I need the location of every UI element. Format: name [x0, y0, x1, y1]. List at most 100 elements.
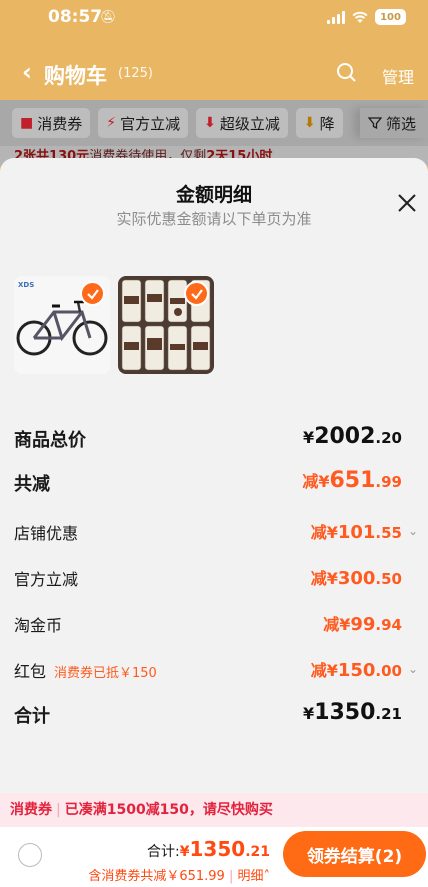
selected-check-icon	[184, 281, 209, 306]
filter-chip-official-discount[interactable]: ⚡︎ 官方立减	[98, 108, 189, 138]
row-label: 商品总价	[14, 430, 86, 451]
separator: |	[56, 802, 61, 818]
chevron-down-icon[interactable]: ⌄	[408, 662, 418, 676]
row-subtotal: 商品总价 ¥2002.20	[0, 422, 428, 456]
row-value: 减¥300.50	[311, 565, 402, 589]
product-thumb-bicycle[interactable]: XDS	[14, 276, 110, 374]
chevron-down-icon[interactable]: ⌄	[408, 524, 418, 538]
red-packet-label: 红包	[14, 662, 47, 681]
row-shop-discount[interactable]: 店铺优惠 减¥101.55 ⌄	[0, 514, 428, 548]
row-label: 店铺优惠	[14, 524, 79, 543]
discount-summary[interactable]: 含消费券共减￥651.99 | 明细˄	[88, 865, 270, 884]
checkout-bar: 合计:¥1350.21 含消费券共减￥651.99 | 明细˄ 领券结算(2)	[0, 827, 428, 887]
amount-decimal: .20	[375, 429, 402, 447]
ticket-icon: ■	[20, 115, 34, 131]
checkout-button[interactable]: 领券结算(2)	[283, 831, 426, 877]
battery-icon: 100	[375, 9, 406, 25]
currency-symbol: ¥	[179, 844, 190, 860]
row-value: 减¥99.94	[323, 611, 402, 635]
amount-decimal: .99	[375, 473, 402, 491]
coupon-tag: 消费券	[10, 802, 52, 818]
sheet-title: 金额明细	[175, 184, 252, 206]
row-value: 减¥651.99	[302, 468, 402, 493]
back-chevron-icon[interactable]: ‹	[22, 60, 32, 84]
search-icon[interactable]	[336, 62, 356, 82]
discount-prefix: 减¥	[310, 661, 338, 680]
row-grand-total: 合计 ¥1350.21	[0, 698, 428, 732]
amount-integer: 300	[337, 568, 376, 589]
row-red-packet[interactable]: 红包 消费券已抵￥150 减¥150.00 ⌄	[0, 652, 428, 686]
sheet-subtitle: 实际优惠金额请以下单页为准	[116, 210, 312, 228]
row-label: 合计	[14, 706, 50, 727]
svg-text:XDS: XDS	[18, 281, 34, 289]
discount-prefix: 减¥	[302, 472, 330, 491]
amount-integer: 99	[350, 614, 376, 635]
amount-decimal: .55	[375, 524, 402, 542]
cart-item-count: (125)	[118, 66, 153, 81]
amount-integer: 1350	[189, 837, 246, 861]
coupon-progress-bar: 消费券 | 已凑满1500减150，请尽快购买	[0, 793, 428, 827]
wifi-icon	[352, 11, 368, 23]
row-value: ¥1350.21	[303, 700, 402, 725]
row-label: 红包 消费券已抵￥150	[14, 658, 157, 682]
arrow-down-icon: ⬇	[204, 115, 216, 131]
row-value: ¥2002.20	[303, 424, 402, 449]
status-bar: 08:57 🔕︎ 100	[0, 0, 428, 40]
chip-label: 降	[319, 114, 335, 133]
filter-chip-coupon[interactable]: ■ 消费券	[12, 108, 91, 138]
amount-decimal: .94	[375, 616, 402, 634]
row-label: 官方立减	[14, 570, 79, 589]
filter-button-label: 筛选	[385, 114, 416, 133]
filter-chip-bar: ■ 消费券 ⚡︎ 官方立减 ⬇ 超级立减 ⬇ 降 筛选	[0, 100, 428, 146]
product-thumb-socks[interactable]	[118, 276, 214, 374]
detail-toggle-label: 明细	[237, 869, 264, 884]
filter-button[interactable]: 筛选	[359, 108, 428, 138]
product-thumbnails: XDS	[14, 276, 214, 374]
discount-summary-text: 含消费券共减￥651.99	[88, 869, 225, 884]
row-value: 减¥150.00	[311, 657, 402, 681]
signal-icon	[327, 10, 345, 24]
row-value: 减¥101.55	[311, 519, 402, 543]
bell-muted-icon: 🔕︎	[100, 10, 117, 25]
amount-decimal: .21	[245, 844, 270, 860]
cart-header: ‹ 购物车 (125) 管理	[0, 56, 428, 92]
amount-integer: 150	[337, 660, 376, 681]
total-line: 合计:¥1350.21	[147, 837, 270, 861]
status-indicators: 100	[327, 9, 406, 25]
filter-chip-super-discount[interactable]: ⬇ 超级立减	[196, 108, 288, 138]
amount-decimal: .21	[375, 705, 402, 723]
close-icon[interactable]	[396, 192, 418, 214]
row-taojinbi: 淘金币 减¥99.94	[0, 606, 428, 640]
amount-integer: 651	[329, 468, 376, 493]
arrow-down-icon: ⬇	[303, 115, 316, 131]
chevron-up-icon: ˄	[263, 869, 271, 884]
amount-integer: 101	[337, 522, 376, 543]
red-packet-note: 消费券已抵￥150	[54, 666, 157, 681]
bolt-icon: ⚡︎	[106, 115, 117, 131]
funnel-icon	[367, 117, 382, 130]
amount-integer: 1350	[314, 700, 376, 725]
separator: |	[228, 869, 234, 884]
discount-prefix: 减¥	[310, 523, 338, 542]
currency-symbol: ¥	[303, 704, 315, 723]
select-all-checkbox[interactable]	[18, 843, 42, 867]
row-label: 共减	[14, 474, 50, 495]
chip-label: 超级立减	[219, 114, 280, 133]
manage-button[interactable]: 管理	[382, 64, 414, 88]
filter-chip-price-drop[interactable]: ⬇ 降	[295, 108, 343, 138]
amount-integer: 2002	[314, 424, 376, 449]
chip-label: 官方立减	[120, 114, 181, 133]
status-time: 08:57	[48, 7, 103, 27]
total-amount: ¥1350.21	[179, 837, 270, 861]
row-label: 淘金币	[14, 616, 63, 635]
row-official-discount: 官方立减 减¥300.50	[0, 560, 428, 594]
amount-detail-sheet: 金额明细 实际优惠金额请以下单页为准 XDS 商品总价 ¥2002.20 共减 …	[0, 158, 428, 887]
discount-prefix: 减¥	[323, 615, 351, 634]
page-title: 购物车	[44, 64, 107, 88]
amount-decimal: .50	[375, 570, 402, 588]
currency-symbol: ¥	[303, 428, 315, 447]
row-total-discount: 共减 减¥651.99	[0, 466, 428, 500]
total-label: 合计:	[147, 844, 180, 860]
chip-label: 消费券	[37, 114, 83, 133]
coupon-progress-text: 已凑满1500减150，请尽快购买	[64, 802, 273, 818]
